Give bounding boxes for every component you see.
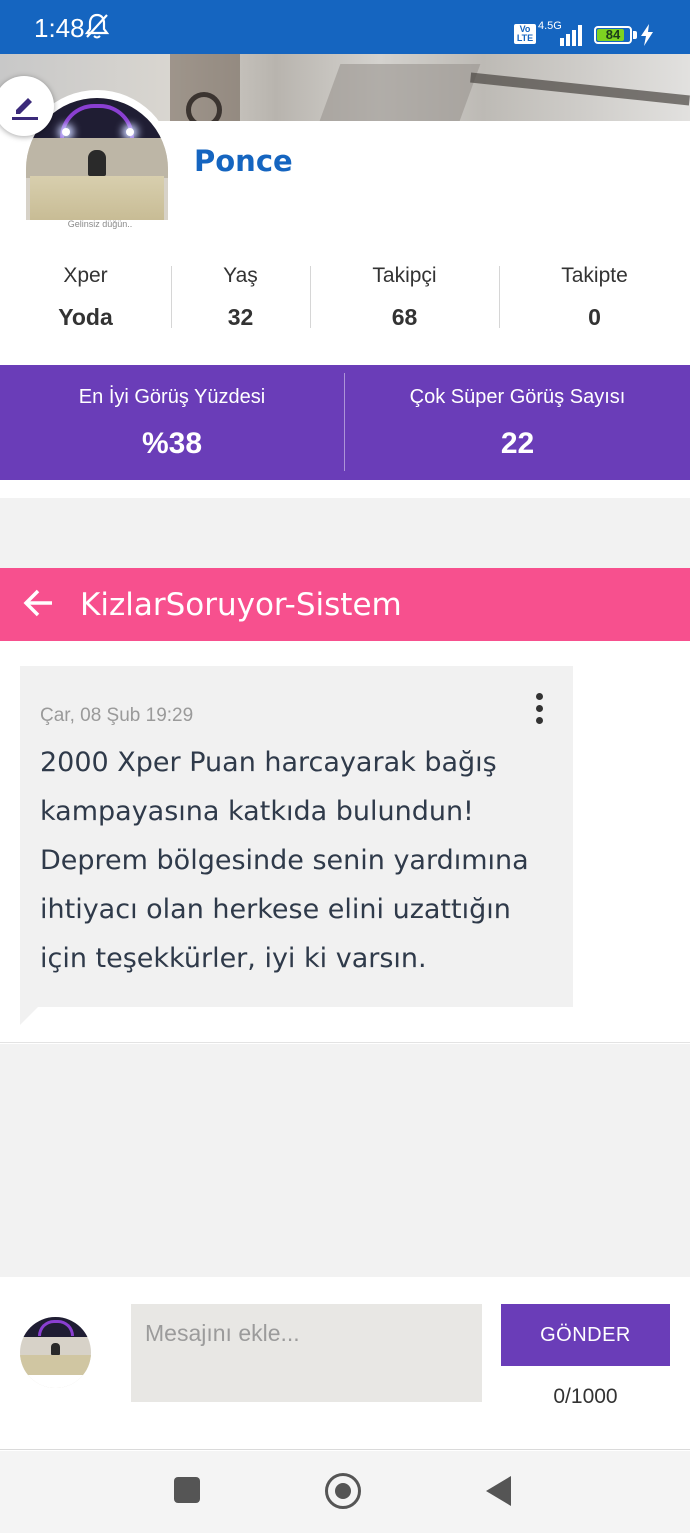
stat-age: Yaş 32: [171, 258, 310, 344]
highlight-value: 22: [500, 427, 535, 460]
chat-title: KizlarSoruyor-Sistem: [80, 587, 402, 623]
stat-label: Yaş: [223, 264, 258, 287]
avatar-caption: Gelinsiz düğün..: [67, 219, 133, 229]
nav-recents-icon[interactable]: [174, 1477, 200, 1503]
message-composer: GÖNDER 0/1000: [0, 1277, 690, 1450]
send-button[interactable]: GÖNDER: [501, 1304, 670, 1366]
battery-tip: [633, 31, 637, 39]
highlight-label: En İyi Görüş Yüzdesi: [78, 386, 266, 408]
charging-icon: [641, 24, 653, 46]
stat-value: 68: [391, 304, 418, 330]
highlight-band: En İyi Görüş Yüzdesi %38 Çok Süper Görüş…: [0, 365, 690, 480]
stat-following[interactable]: Takipte 0: [499, 258, 690, 344]
highlight-value: %38: [141, 427, 203, 460]
volte-icon: Vo LTE: [514, 24, 536, 44]
stat-label: Xper: [63, 264, 108, 287]
stat-value: 32: [227, 304, 254, 330]
highlight-label: Çok Süper Görüş Sayısı: [409, 386, 626, 408]
chat-header: KizlarSoruyor-Sistem: [0, 568, 690, 641]
stat-xper: Xper Yoda: [0, 258, 171, 344]
profile-stats: Xper Yoda Yaş 32 Takipçi 68 Takipte 0: [0, 258, 690, 344]
nav-home-icon[interactable]: [325, 1473, 361, 1509]
more-vertical-icon[interactable]: [531, 693, 547, 727]
profile-name[interactable]: Ponce: [194, 144, 293, 178]
avatar: [20, 1317, 91, 1388]
battery-icon: 84: [594, 26, 632, 44]
stat-followers[interactable]: Takipçi 68: [310, 258, 499, 344]
battery-percentage: 84: [605, 27, 621, 42]
spacer: [0, 498, 690, 568]
message-list: Çar, 08 Şub 19:29 2000 Xper Puan harcaya…: [0, 641, 690, 1043]
stat-label: Takipçi: [372, 264, 437, 287]
back-arrow-icon[interactable]: [22, 588, 56, 618]
message-input[interactable]: [131, 1304, 482, 1402]
message-text: 2000 Xper Puan harcayarak bağış kampayas…: [40, 747, 529, 974]
app-screen: 1:48 Vo LTE 4.5G 84 Gelinsiz düğün.. Pon…: [0, 0, 690, 1533]
stat-value: Yoda: [58, 304, 113, 330]
bubble-tail: [20, 1007, 38, 1025]
nav-back-icon[interactable]: [486, 1476, 511, 1506]
message-bubble: Çar, 08 Şub 19:29 2000 Xper Puan harcaya…: [20, 666, 573, 1007]
bell-off-icon: [84, 13, 110, 39]
status-bar: 1:48 Vo LTE 4.5G 84: [0, 0, 690, 54]
edit-icon: [12, 98, 38, 120]
stat-value: 0: [588, 304, 601, 330]
signal-icon: [560, 25, 582, 46]
stat-label: Takipte: [561, 264, 628, 287]
super-opinion-count: Çok Süper Görüş Sayısı 22: [345, 365, 690, 480]
best-opinion-percentage: En İyi Görüş Yüzdesi %38: [0, 365, 344, 480]
status-time: 1:48: [34, 13, 85, 43]
character-counter: 0/1000: [553, 1385, 618, 1408]
empty-space: [0, 1044, 690, 1277]
message-timestamp: Çar, 08 Şub 19:29: [40, 705, 194, 726]
system-nav-bar: [0, 1451, 690, 1533]
